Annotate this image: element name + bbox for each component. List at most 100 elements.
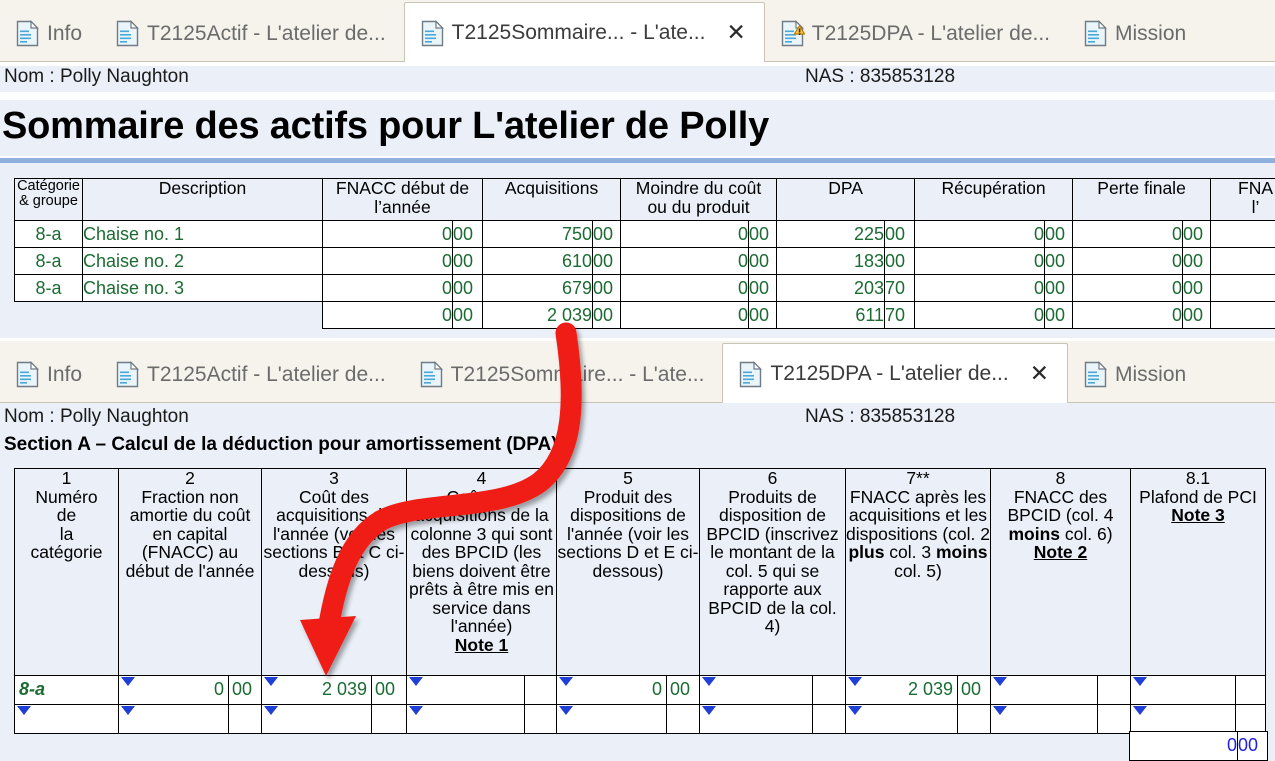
cell-acquisitions-cents[interactable]: 00	[592, 301, 622, 329]
top-tab-1[interactable]: T2125Actif - L'atelier de...	[100, 5, 404, 61]
cell-categorie[interactable]: 8-a	[14, 274, 83, 302]
dropdown-triangle-icon[interactable]	[121, 706, 135, 715]
cell-recuperation[interactable]: 0	[914, 247, 1046, 275]
cell-fnacc_debut-cents[interactable]: 00	[451, 220, 484, 248]
cell-col2[interactable]	[118, 704, 229, 734]
cell-acquisitions[interactable]: 679	[482, 274, 594, 302]
cell-col4[interactable]	[406, 675, 525, 705]
dropdown-triangle-icon[interactable]	[1133, 677, 1147, 686]
cell-fnacc-fin[interactable]	[1210, 220, 1275, 248]
cell-col2-cents[interactable]	[228, 704, 262, 734]
cell-fnacc_debut-cents[interactable]: 00	[451, 247, 484, 275]
cell-perte_finale-cents[interactable]: 00	[1182, 220, 1212, 248]
cell-col5-cents[interactable]	[666, 704, 700, 734]
cell-recuperation-cents[interactable]: 00	[1044, 274, 1074, 302]
cell-fnacc_debut-cents[interactable]: 00	[451, 274, 484, 302]
cell-col7-cents[interactable]	[957, 704, 991, 734]
cell-col6[interactable]	[699, 704, 813, 734]
bottom-tab-0[interactable]: Info	[0, 346, 100, 402]
cell-dpa[interactable]: 611	[776, 301, 886, 329]
cell-col3[interactable]	[261, 704, 372, 734]
cell-dpa-cents[interactable]: 00	[884, 247, 916, 275]
cell-dpa[interactable]: 183	[776, 247, 886, 275]
cell-fnacc_debut[interactable]: 0	[322, 247, 453, 275]
cell-recuperation-cents[interactable]: 00	[1044, 247, 1074, 275]
cell-fnacc-fin[interactable]	[1210, 274, 1275, 302]
cell-col8-cents[interactable]	[1097, 675, 1131, 705]
cell-fnacc_debut-cents[interactable]: 00	[451, 301, 484, 329]
cell-fnacc_debut[interactable]: 0	[322, 274, 453, 302]
cell-perte_finale-cents[interactable]: 00	[1182, 274, 1212, 302]
close-icon[interactable]: ✕	[726, 21, 745, 44]
dropdown-triangle-icon[interactable]	[702, 677, 716, 686]
cell-acquisitions[interactable]: 750	[482, 220, 594, 248]
cell-recuperation-cents[interactable]: 00	[1044, 220, 1074, 248]
close-icon[interactable]: ✕	[1030, 362, 1049, 385]
dropdown-triangle-icon[interactable]	[559, 706, 573, 715]
cell-col81-cents[interactable]	[1235, 675, 1266, 705]
dropdown-triangle-icon[interactable]	[848, 706, 862, 715]
cell-moindre[interactable]: 0	[620, 274, 750, 302]
cell-col7-cents[interactable]: 00	[957, 675, 991, 705]
cell-col5[interactable]	[556, 704, 667, 734]
cell-col4[interactable]	[406, 704, 525, 734]
dropdown-triangle-icon[interactable]	[409, 706, 423, 715]
cell-description[interactable]: Chaise no. 3	[82, 274, 323, 302]
cell-acquisitions-cents[interactable]: 00	[592, 220, 622, 248]
cell-col7[interactable]: 2 039	[845, 675, 958, 705]
cell-perte_finale[interactable]: 0	[1072, 220, 1184, 248]
cell-fnacc_debut[interactable]: 0	[322, 220, 453, 248]
cell-col4-cents[interactable]	[524, 675, 557, 705]
dropdown-triangle-icon[interactable]	[993, 677, 1007, 686]
dropdown-triangle-icon[interactable]	[17, 706, 31, 715]
cell-dpa-cents[interactable]: 70	[884, 274, 916, 302]
cell-col6[interactable]	[699, 675, 813, 705]
cell-description[interactable]: Chaise no. 1	[82, 220, 323, 248]
cell-dpa[interactable]: 225	[776, 220, 886, 248]
cell-col5-cents[interactable]: 00	[666, 675, 700, 705]
cell-acquisitions-cents[interactable]: 00	[592, 274, 622, 302]
footer-total-cents[interactable]: 00	[1237, 731, 1268, 761]
cell-fnacc-fin[interactable]	[1210, 301, 1275, 329]
footer-total-value[interactable]: 0	[1129, 731, 1238, 761]
cell-perte_finale[interactable]: 0	[1072, 301, 1184, 329]
bottom-tab-1[interactable]: T2125Actif - L'atelier de...	[100, 346, 404, 402]
cell-categorie[interactable]: 8-a	[14, 220, 83, 248]
cell-col1[interactable]: 8-a	[14, 675, 119, 705]
cell-acquisitions[interactable]: 2 039	[482, 301, 594, 329]
cell-moindre[interactable]: 0	[620, 247, 750, 275]
cell-recuperation[interactable]: 0	[914, 220, 1046, 248]
cell-fnacc_debut[interactable]: 0	[322, 301, 453, 329]
cell-fnacc-fin[interactable]	[1210, 247, 1275, 275]
cell-recuperation[interactable]: 0	[914, 274, 1046, 302]
cell-col4-cents[interactable]	[524, 704, 557, 734]
cell-perte_finale[interactable]: 0	[1072, 247, 1184, 275]
cell-col2[interactable]: 0	[118, 675, 229, 705]
cell-col3-cents[interactable]	[371, 704, 407, 734]
cell-moindre-cents[interactable]: 00	[748, 274, 778, 302]
cell-col8-cents[interactable]	[1097, 704, 1131, 734]
dropdown-triangle-icon[interactable]	[409, 677, 423, 686]
top-tab-0[interactable]: Info	[0, 5, 100, 61]
cell-col3-cents[interactable]: 00	[371, 675, 407, 705]
bottom-tab-4[interactable]: Mission	[1068, 346, 1204, 402]
cell-recuperation[interactable]: 0	[914, 301, 1046, 329]
cell-acquisitions-cents[interactable]: 00	[592, 247, 622, 275]
dropdown-triangle-icon[interactable]	[1133, 706, 1147, 715]
top-tab-3[interactable]: T2125DPA - L'atelier de...	[765, 5, 1068, 61]
cell-col3[interactable]: 2 039	[261, 675, 372, 705]
cell-recuperation-cents[interactable]: 00	[1044, 301, 1074, 329]
cell-col6-cents[interactable]	[812, 704, 846, 734]
cell-acquisitions[interactable]: 610	[482, 247, 594, 275]
cell-col7[interactable]	[845, 704, 958, 734]
cell-dpa-cents[interactable]: 70	[884, 301, 916, 329]
top-tab-4[interactable]: Mission	[1068, 5, 1204, 61]
dropdown-triangle-icon[interactable]	[702, 706, 716, 715]
dropdown-triangle-icon[interactable]	[848, 677, 862, 686]
cell-dpa[interactable]: 203	[776, 274, 886, 302]
cell-col2-cents[interactable]: 00	[228, 675, 262, 705]
dropdown-triangle-icon[interactable]	[264, 706, 278, 715]
dropdown-triangle-icon[interactable]	[121, 677, 135, 686]
cell-col8[interactable]	[990, 675, 1098, 705]
cell-perte_finale-cents[interactable]: 00	[1182, 247, 1212, 275]
